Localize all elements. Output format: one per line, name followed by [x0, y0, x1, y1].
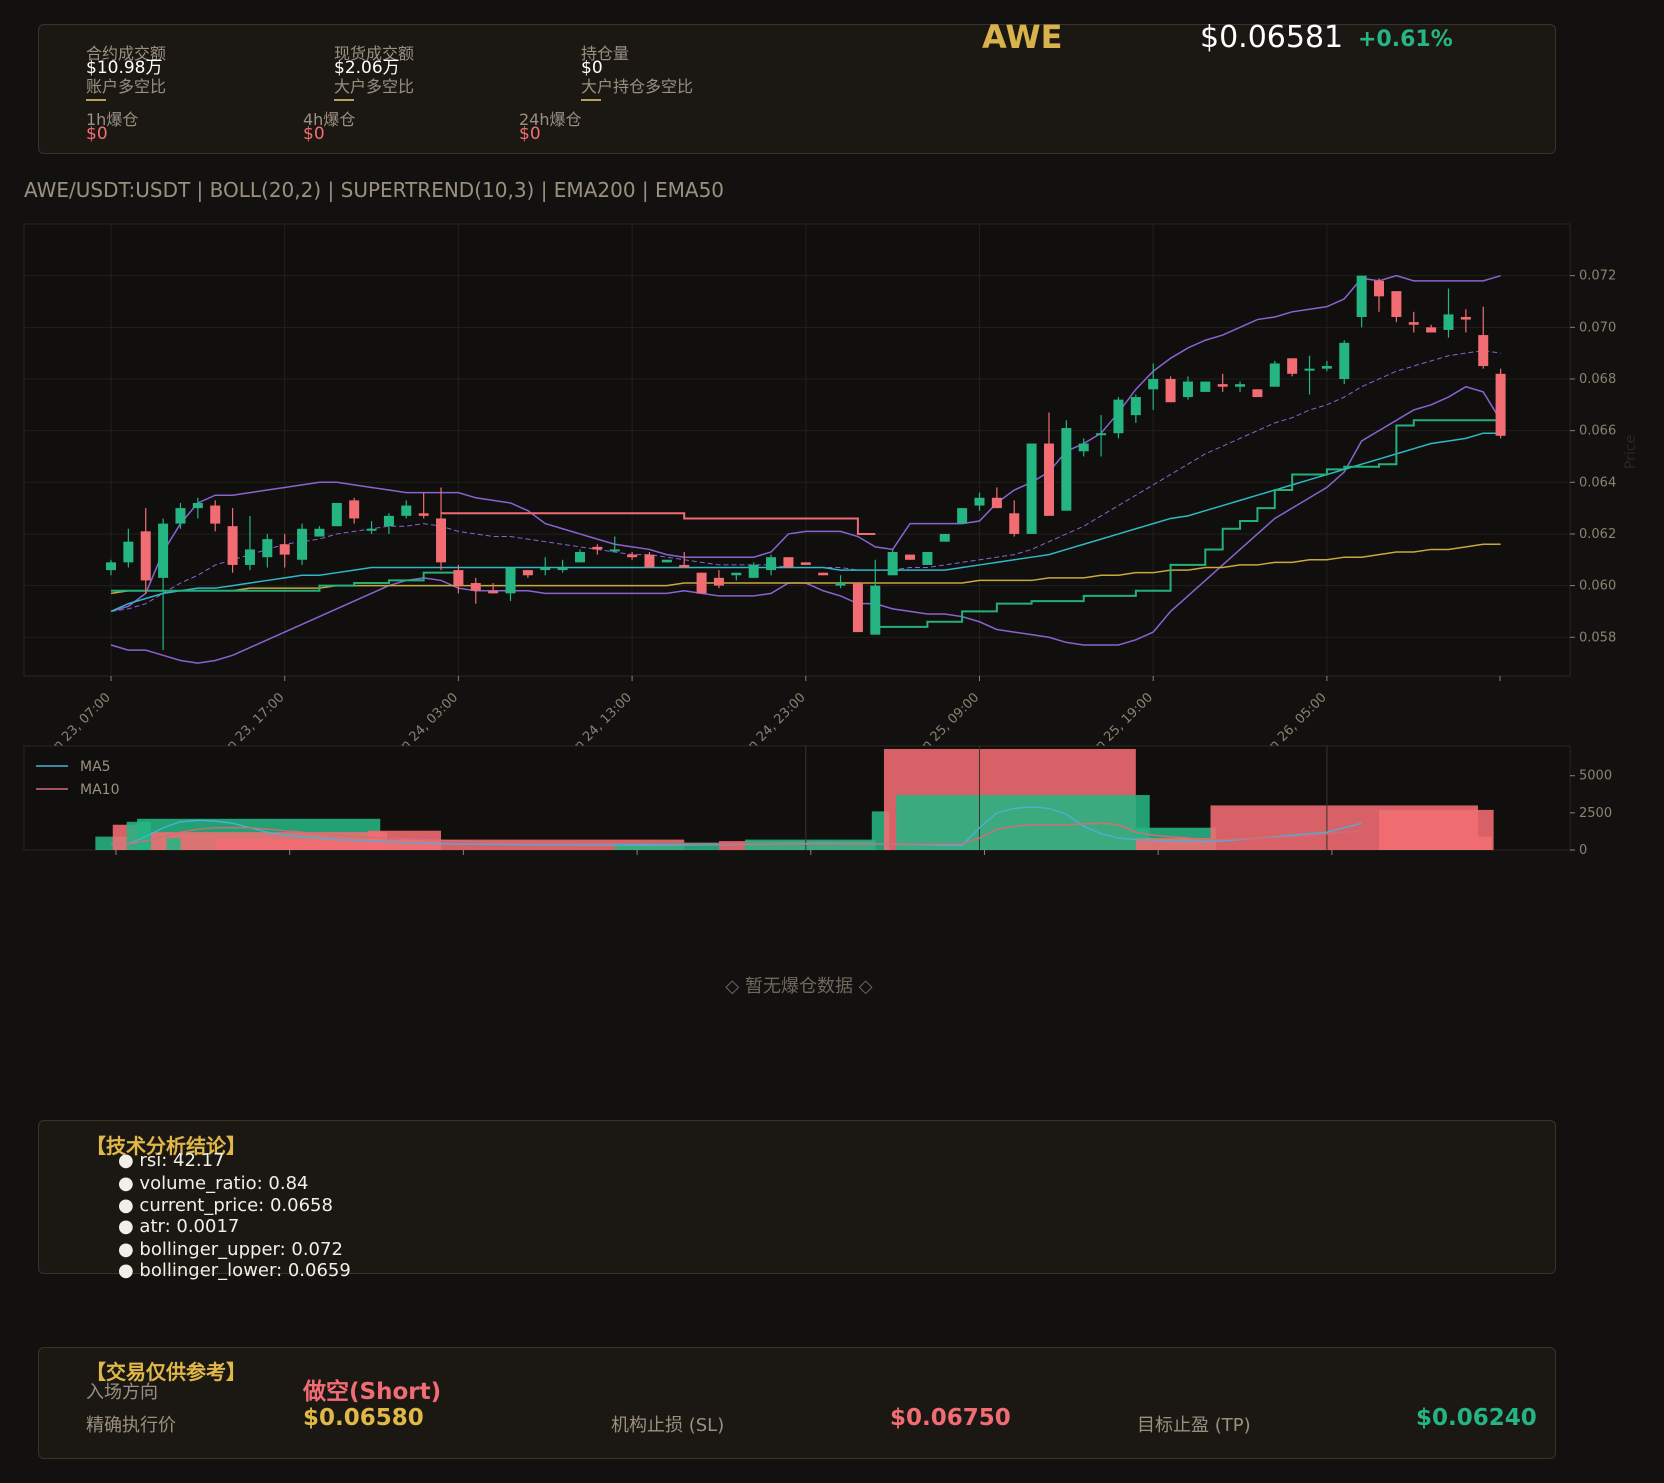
volume-y-tick-label: 2500	[1579, 806, 1612, 821]
take-profit-label: 目标止盈 (TP)	[1137, 1415, 1251, 1436]
entry-price-label: 精确执行价	[86, 1415, 176, 1436]
volume-chart: 0 2500 5000 MA5 MA10	[23, 745, 1612, 858]
legend-label: MA5	[80, 759, 111, 775]
analysis-item: ● bollinger_upper: 0.072	[118, 1239, 343, 1260]
no-liquidation-message: ◇ 暂无爆仓数据 ◇	[725, 976, 873, 997]
legend-label: MA10	[80, 782, 119, 798]
volume-y-tick-label: 5000	[1579, 769, 1612, 784]
analysis-item: ● current_price: 0.0658	[118, 1195, 333, 1216]
volume-bar	[166, 838, 181, 850]
analysis-item: ● bollinger_lower: 0.0659	[118, 1260, 351, 1281]
volume-y-tick-label: 0	[1579, 843, 1587, 858]
analysis-item: ● rsi: 42.17	[118, 1150, 225, 1171]
trade-panel	[38, 1347, 1556, 1459]
volume-bar	[896, 795, 1150, 850]
volume-bar	[1465, 836, 1492, 850]
analysis-item: ● atr: 0.0017	[118, 1216, 240, 1237]
direction-value: 做空(Short)	[303, 1379, 442, 1405]
stop-loss-value: $0.06750	[890, 1405, 1011, 1431]
analysis-item: ● volume_ratio: 0.84	[118, 1173, 309, 1194]
take-profit-value: $0.06240	[1416, 1405, 1537, 1431]
stop-loss-label: 机构止损 (SL)	[611, 1415, 725, 1436]
entry-price-value: $0.06580	[303, 1405, 424, 1431]
direction-label: 入场方向	[86, 1382, 158, 1403]
